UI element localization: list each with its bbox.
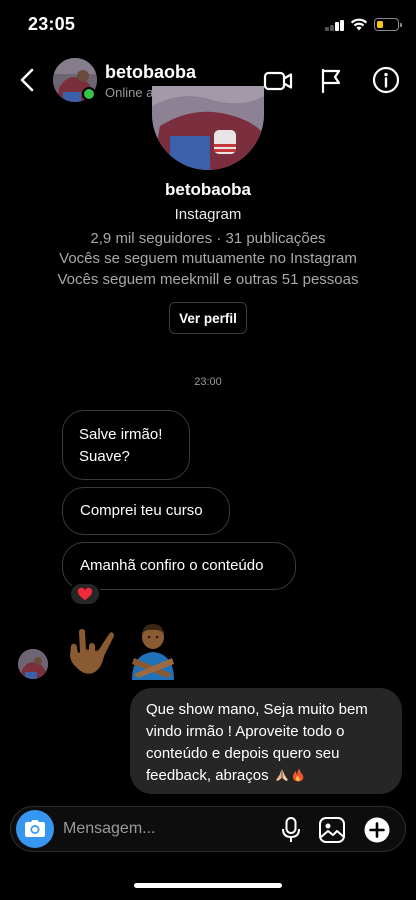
message-composer [10, 806, 406, 852]
message-line: Salve irmão! [79, 426, 163, 443]
message-input[interactable] [63, 811, 263, 847]
heart-icon [77, 587, 93, 601]
message-text: Comprei teu curso [80, 502, 203, 519]
message-line: Que show mano, Seja muito bem [146, 701, 368, 718]
person-gesturing-no-icon [132, 624, 174, 680]
message-line: vindo irmão ! Aproveite todo o [146, 723, 345, 740]
header-username[interactable]: betobaoba [105, 62, 196, 83]
profile-mutual-follow: Vocês se seguem mutuamente no Instagram [59, 250, 357, 267]
incoming-message[interactable]: Amanhã confiro o conteúdo [62, 542, 296, 590]
info-icon[interactable] [372, 66, 400, 94]
message-line-with-emoji: feedback, abraços [146, 765, 386, 787]
status-time: 23:05 [28, 14, 76, 34]
message-line: feedback, abraços [146, 767, 269, 784]
status-bar: 23:05 [0, 0, 416, 50]
message-reaction[interactable] [69, 582, 101, 606]
battery-icon [374, 18, 402, 31]
back-arrow-icon[interactable] [14, 64, 42, 96]
wifi-icon [350, 18, 368, 31]
message-timestamp: 23:00 [194, 376, 222, 388]
microphone-icon[interactable] [280, 816, 302, 844]
message-line: conteúdo e depois quero seu [146, 745, 340, 762]
message-text: Amanhã confiro o conteúdo [80, 557, 264, 574]
gallery-icon[interactable] [318, 816, 346, 844]
plus-circle-icon[interactable] [363, 816, 391, 844]
outgoing-message[interactable]: Que show mano, Seja muito bem vindo irmã… [130, 688, 402, 794]
camera-button[interactable] [16, 810, 54, 848]
online-indicator [82, 87, 96, 101]
view-profile-button[interactable]: Ver perfil [169, 302, 247, 334]
camera-icon [25, 820, 45, 837]
fire-icon [292, 768, 304, 782]
battery-level [376, 20, 383, 28]
signal-icon [325, 19, 345, 31]
profile-platform: Instagram [174, 206, 242, 223]
message-line: Suave? [79, 448, 130, 465]
incoming-message[interactable]: Comprei teu curso [62, 487, 230, 535]
flag-icon[interactable] [318, 66, 344, 94]
profile-photo[interactable] [152, 86, 264, 170]
profile-name: betobaoba [165, 180, 251, 199]
profile-stats: 2,9 mil seguidores · 31 publicações [90, 230, 326, 247]
profile-mutual-following: Vocês seguem meekmill e outras 51 pessoa… [57, 271, 359, 288]
home-indicator[interactable] [134, 883, 282, 888]
video-call-icon[interactable] [262, 67, 294, 95]
incoming-message[interactable]: Salve irmão! Suave? [62, 410, 190, 480]
sender-avatar[interactable] [18, 649, 48, 679]
love-you-gesture-icon [70, 629, 114, 674]
folded-hands-icon [275, 769, 288, 781]
incoming-emoji-message[interactable] [62, 622, 184, 680]
